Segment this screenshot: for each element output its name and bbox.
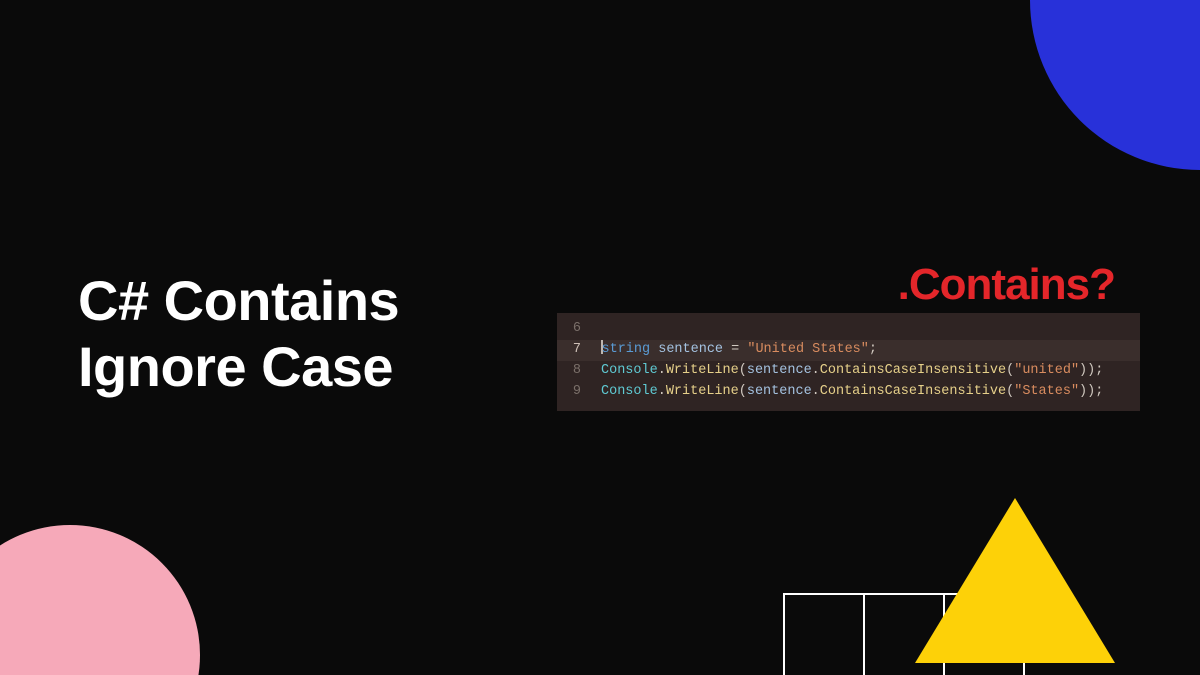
code-line: 9Console.WriteLine(sentence.ContainsCase… bbox=[557, 382, 1140, 403]
line-number: 7 bbox=[557, 340, 593, 361]
decor-quarter-circle bbox=[1030, 0, 1200, 170]
line-number: 8 bbox=[557, 361, 593, 382]
code-content: Console.WriteLine(sentence.ContainsCaseI… bbox=[593, 382, 1103, 403]
token-obj: Console bbox=[601, 363, 658, 378]
token-str: "States" bbox=[1014, 384, 1079, 399]
code-content: Console.WriteLine(sentence.ContainsCaseI… bbox=[593, 361, 1103, 382]
token-punc: )); bbox=[1079, 384, 1103, 399]
token-punc bbox=[650, 342, 658, 357]
code-line: 8Console.WriteLine(sentence.ContainsCase… bbox=[557, 361, 1140, 382]
token-str: "United States" bbox=[747, 342, 869, 357]
token-punc: . bbox=[812, 363, 820, 378]
page-title: C# Contains Ignore Case bbox=[78, 268, 399, 400]
token-ident: sentence bbox=[658, 342, 723, 357]
token-punc: ( bbox=[739, 363, 747, 378]
token-obj: Console bbox=[601, 384, 658, 399]
line-number: 9 bbox=[557, 382, 593, 403]
code-content: string sentence = "United States"; bbox=[593, 340, 877, 361]
title-line-2: Ignore Case bbox=[78, 335, 393, 398]
token-punc: )); bbox=[1079, 363, 1103, 378]
token-punc: . bbox=[812, 384, 820, 399]
code-editor: 67string sentence = "United States";8Con… bbox=[557, 313, 1140, 411]
token-method: WriteLine bbox=[666, 363, 739, 378]
token-method: WriteLine bbox=[666, 384, 739, 399]
token-punc bbox=[723, 342, 731, 357]
title-line-1: C# Contains bbox=[78, 269, 399, 332]
token-ident: sentence bbox=[747, 384, 812, 399]
code-line: 7string sentence = "United States"; bbox=[557, 340, 1140, 361]
line-number: 6 bbox=[557, 319, 593, 340]
token-punc: . bbox=[658, 384, 666, 399]
token-str: "united" bbox=[1014, 363, 1079, 378]
decor-triangle-yellow bbox=[915, 498, 1115, 663]
token-key: string bbox=[602, 342, 651, 357]
callout-text: .Contains? bbox=[898, 260, 1115, 310]
token-punc: . bbox=[658, 363, 666, 378]
decor-circle-pink bbox=[0, 525, 200, 675]
token-method: ContainsCaseInsensitive bbox=[820, 363, 1006, 378]
token-punc: ; bbox=[869, 342, 877, 357]
token-punc: ( bbox=[739, 384, 747, 399]
code-line: 6 bbox=[557, 319, 1140, 340]
token-ident: sentence bbox=[747, 363, 812, 378]
token-method: ContainsCaseInsensitive bbox=[820, 384, 1006, 399]
